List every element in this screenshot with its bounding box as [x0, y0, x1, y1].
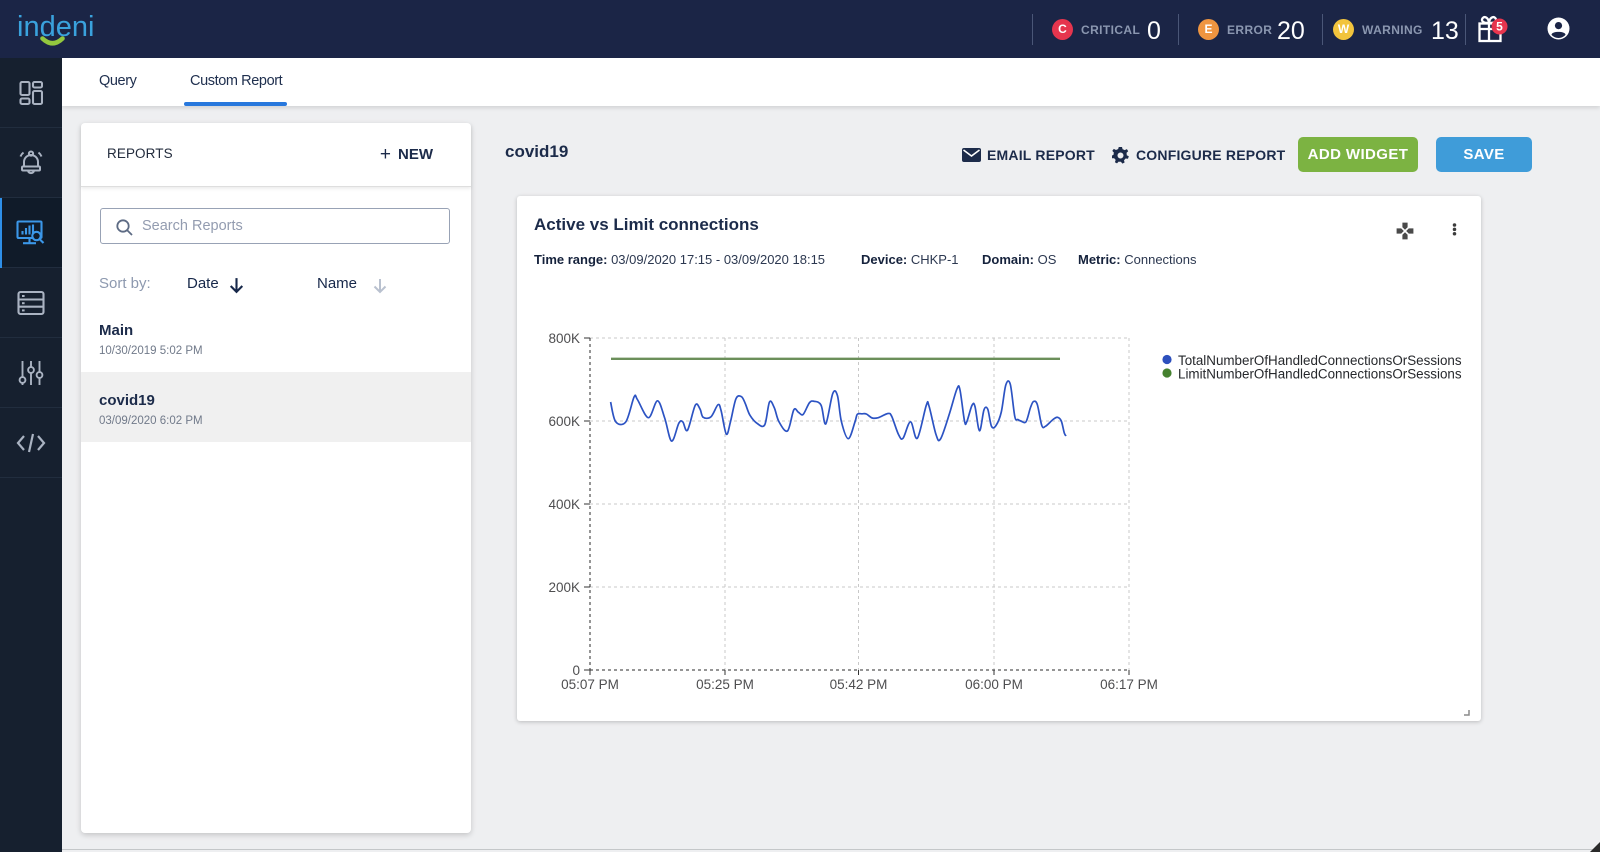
- svg-text:05:25 PM: 05:25 PM: [696, 677, 754, 692]
- svg-text:200K: 200K: [548, 580, 580, 595]
- svg-text:05:07 PM: 05:07 PM: [561, 677, 619, 692]
- svg-text:600K: 600K: [548, 414, 580, 429]
- svg-text:indeni: indeni: [17, 11, 94, 43]
- svg-text:05:42 PM: 05:42 PM: [830, 677, 888, 692]
- svg-text:5: 5: [1496, 20, 1503, 34]
- svg-text:400K: 400K: [548, 497, 580, 512]
- svg-text:800K: 800K: [548, 331, 580, 346]
- svg-text:0: 0: [572, 663, 580, 678]
- svg-text:LimitNumberOfHandledConnection: LimitNumberOfHandledConnectionsOrSession…: [1178, 367, 1462, 382]
- svg-text:06:17 PM: 06:17 PM: [1100, 677, 1158, 692]
- svg-text:06:00 PM: 06:00 PM: [965, 677, 1023, 692]
